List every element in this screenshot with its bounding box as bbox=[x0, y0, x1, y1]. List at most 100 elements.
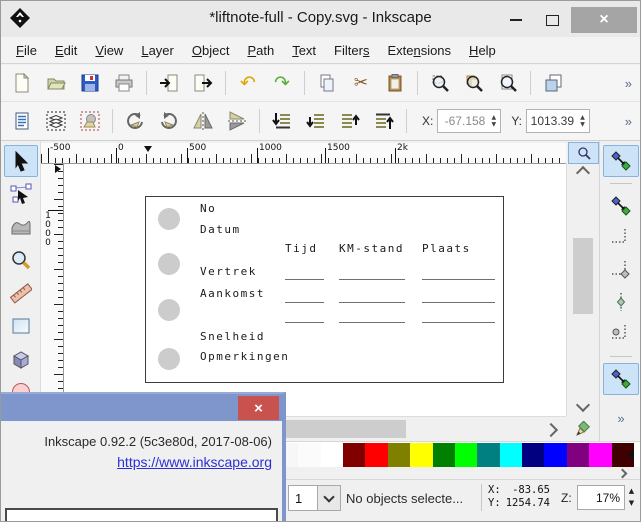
deselect-button[interactable] bbox=[75, 107, 105, 135]
spin-down-icon[interactable]: ▼ bbox=[492, 121, 497, 128]
label-datum[interactable]: Datum bbox=[200, 223, 241, 236]
entry-line[interactable] bbox=[422, 279, 495, 280]
spin-up-icon[interactable]: ▲ bbox=[629, 487, 634, 495]
zoom-drawing-button[interactable] bbox=[459, 69, 489, 97]
scroll-right-icon[interactable] bbox=[543, 422, 559, 438]
snap-bbox-centers-button[interactable] bbox=[603, 318, 639, 350]
palette-swatch[interactable] bbox=[454, 443, 478, 467]
spin-down-icon[interactable]: ▼ bbox=[629, 500, 634, 507]
entry-line[interactable] bbox=[339, 322, 405, 323]
y-spin-arrows[interactable]: ▲ ▼ bbox=[576, 114, 589, 128]
snap-bbox-edges-button[interactable] bbox=[603, 222, 639, 254]
punch-hole-circle[interactable] bbox=[158, 253, 180, 275]
snap-nodes-button[interactable] bbox=[603, 363, 639, 395]
export-button[interactable] bbox=[188, 69, 218, 97]
measure-tool-button[interactable] bbox=[4, 277, 38, 309]
menu-help[interactable]: Help bbox=[460, 40, 505, 61]
label-opmerkingen[interactable]: Opmerkingen bbox=[200, 350, 289, 363]
zoom-spinbox[interactable]: 17% bbox=[577, 485, 625, 510]
punch-hole-circle[interactable] bbox=[158, 208, 180, 230]
palette-scroll-left-icon[interactable] bbox=[627, 450, 634, 460]
menu-text[interactable]: Text bbox=[283, 40, 325, 61]
redo-button[interactable]: ↷ bbox=[267, 69, 297, 97]
snap-bbox-edge-midpoints-button[interactable] bbox=[603, 286, 639, 318]
palette-swatch[interactable] bbox=[432, 443, 455, 467]
label-vertrek[interactable]: Vertrek bbox=[200, 265, 257, 278]
node-tool-button[interactable] bbox=[4, 178, 38, 210]
zoom-resize-toggle-button[interactable] bbox=[568, 142, 599, 164]
palette-swatch[interactable] bbox=[522, 443, 545, 467]
snap-toolbar-overflow-button[interactable]: » bbox=[617, 411, 624, 426]
entry-line[interactable] bbox=[285, 322, 324, 323]
spin-up-icon[interactable]: ▲ bbox=[492, 114, 497, 121]
x-spin-arrows[interactable]: ▲ ▼ bbox=[487, 114, 500, 128]
enable-snapping-button[interactable] bbox=[603, 145, 639, 177]
import-button[interactable] bbox=[154, 69, 184, 97]
layer-selector-dropdown[interactable] bbox=[317, 485, 341, 511]
menu-edit[interactable]: Edit bbox=[46, 40, 86, 61]
column-header-tijd[interactable]: Tijd bbox=[285, 242, 318, 255]
zoom-tool-button[interactable] bbox=[4, 244, 38, 276]
scroll-up-icon[interactable] bbox=[575, 165, 591, 181]
palette-swatch[interactable] bbox=[410, 443, 433, 467]
lower-one-step-button[interactable] bbox=[301, 107, 331, 135]
lower-to-bottom-button[interactable] bbox=[267, 107, 297, 135]
rotate-cw-button[interactable] bbox=[154, 107, 184, 135]
close-button[interactable]: × bbox=[571, 7, 637, 33]
paste-button[interactable] bbox=[380, 69, 410, 97]
entry-line[interactable] bbox=[285, 279, 324, 280]
scroll-down-icon[interactable] bbox=[575, 397, 591, 413]
y-coordinate-spinbox[interactable]: 1013.39 ▲ ▼ bbox=[526, 109, 591, 133]
menu-file[interactable]: File bbox=[7, 40, 46, 61]
palette-swatch[interactable] bbox=[589, 443, 612, 467]
spin-up-icon[interactable]: ▲ bbox=[580, 114, 585, 121]
entry-line[interactable] bbox=[285, 302, 324, 303]
entry-line[interactable] bbox=[422, 302, 495, 303]
maximize-button[interactable] bbox=[535, 7, 569, 33]
entry-line[interactable] bbox=[422, 322, 495, 323]
label-aankomst[interactable]: Aankomst bbox=[200, 287, 265, 300]
zoom-spin-arrows[interactable]: ▲ ▼ bbox=[625, 485, 638, 510]
menu-path[interactable]: Path bbox=[238, 40, 283, 61]
palette-swatch[interactable] bbox=[320, 443, 343, 467]
entry-line[interactable] bbox=[339, 279, 405, 280]
rotate-ccw-button[interactable] bbox=[120, 107, 150, 135]
open-document-button[interactable] bbox=[41, 69, 71, 97]
palette-swatch[interactable] bbox=[566, 443, 590, 467]
menu-object[interactable]: Object bbox=[183, 40, 239, 61]
menu-view[interactable]: View bbox=[86, 40, 132, 61]
color-managed-display-toggle[interactable] bbox=[566, 416, 599, 441]
new-document-button[interactable] bbox=[7, 69, 37, 97]
duplicate-button[interactable] bbox=[538, 69, 568, 97]
palette-swatch[interactable] bbox=[298, 443, 321, 467]
zoom-page-button[interactable] bbox=[493, 69, 523, 97]
zoom-selection-button[interactable] bbox=[425, 69, 455, 97]
horizontal-ruler[interactable]: -500 0 500 1000 1500 2k bbox=[41, 143, 566, 164]
copy-button[interactable] bbox=[312, 69, 342, 97]
minimize-button[interactable] bbox=[499, 7, 533, 33]
menu-layer[interactable]: Layer bbox=[132, 40, 183, 61]
raise-to-top-button[interactable] bbox=[369, 107, 399, 135]
spin-down-icon[interactable]: ▼ bbox=[580, 121, 585, 128]
select-all-layers-button[interactable] bbox=[41, 107, 71, 135]
inkscape-website-link[interactable]: https://www.inkscape.org bbox=[117, 454, 272, 470]
x-coordinate-value[interactable]: -67.158 bbox=[438, 114, 487, 128]
select-all-button[interactable] bbox=[7, 107, 37, 135]
tweak-tool-button[interactable] bbox=[4, 211, 38, 243]
dialog-close-button[interactable]: × bbox=[238, 396, 279, 420]
palette-swatch[interactable] bbox=[365, 443, 388, 467]
x-coordinate-spinbox[interactable]: -67.158 ▲ ▼ bbox=[437, 109, 502, 133]
drawing-canvas[interactable]: No Datum Tijd KM-stand Plaats Vertrek Aa… bbox=[64, 164, 566, 416]
selector-tool-button[interactable] bbox=[3, 145, 38, 177]
vertical-scrollbar-thumb[interactable] bbox=[573, 238, 593, 314]
palette-swatch[interactable] bbox=[342, 443, 366, 467]
raise-one-step-button[interactable] bbox=[335, 107, 365, 135]
snap-bbox-corners-button[interactable] bbox=[603, 254, 639, 286]
palette-swatch[interactable] bbox=[387, 443, 411, 467]
flip-horizontal-button[interactable] bbox=[188, 107, 218, 135]
flip-vertical-button[interactable] bbox=[222, 107, 252, 135]
toolbar-overflow-button[interactable]: » bbox=[625, 76, 632, 91]
palette-scroll-right-icon[interactable] bbox=[617, 468, 628, 479]
y-coordinate-value[interactable]: 1013.39 bbox=[527, 114, 576, 128]
menu-filters[interactable]: Filters bbox=[325, 40, 378, 61]
